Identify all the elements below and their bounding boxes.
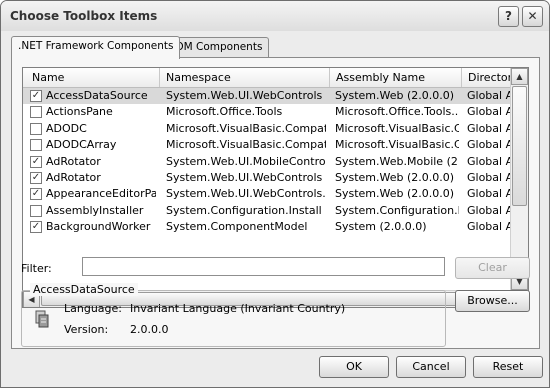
cell-namespace: System.Configuration.Install (166, 203, 322, 217)
language-value: Invariant Language (Invariant Country) (130, 302, 346, 315)
cell-namespace: System.ComponentModel (166, 220, 308, 234)
component-icon (35, 310, 49, 328)
cell-directory: Global Ass (467, 138, 510, 152)
window-title: Choose Toolbox Items (10, 9, 158, 23)
column-header-assembly-name[interactable]: Assembly Name (330, 68, 462, 87)
cell-namespace: Microsoft.VisualBasic.Compatibi... (166, 121, 326, 135)
cell-assembly: System.Configuration.I... (335, 203, 459, 217)
cell-assembly: Microsoft.VisualBasic.C... (335, 121, 459, 135)
column-header-namespace[interactable]: Namespace (160, 68, 330, 87)
column-header-directory[interactable]: Directory (462, 68, 510, 87)
table-row[interactable]: ✓ AdRotator System.Web.UI.WebControls Sy… (23, 170, 510, 186)
scroll-up-button[interactable]: ▲ (511, 68, 528, 85)
group-title: AccessDataSource (30, 283, 138, 296)
choose-toolbox-items-dialog: Choose Toolbox Items ? ✕ .NET Framework … (0, 0, 550, 388)
tab-label: COM Components (168, 41, 263, 53)
ok-button[interactable]: OK (319, 356, 389, 378)
cell-namespace: System.Web.UI.MobileControls (166, 154, 326, 168)
row-checkbox[interactable]: ✓ (30, 171, 42, 184)
cell-assembly: Microsoft.Office.Tools.... (335, 105, 459, 119)
cell-namespace: System.Web.UI.WebControls.... (166, 187, 326, 201)
cell-namespace: Microsoft.Office.Tools (166, 105, 283, 119)
cancel-button[interactable]: Cancel (396, 356, 466, 378)
cell-directory: Global Ass (467, 170, 510, 184)
cell-directory: Global Ass (467, 154, 510, 168)
list-header: Name Namespace Assembly Name Directory (23, 68, 510, 88)
cell-name: AccessDataSource (46, 89, 148, 102)
row-checkbox[interactable] (30, 139, 42, 152)
component-details-group: AccessDataSource Language: Invariant Lan… (21, 283, 446, 347)
table-row[interactable]: ✓ AppearanceEditorPart System.Web.UI.Web… (23, 186, 510, 202)
row-checkbox[interactable]: ✓ (30, 221, 42, 234)
version-label: Version: (64, 323, 109, 336)
tab-label: .NET Framework Components (18, 40, 174, 52)
check-icon: ✓ (31, 171, 41, 183)
tab-net-framework-components[interactable]: .NET Framework Components (11, 36, 181, 59)
cell-name: ADODC (46, 121, 87, 135)
row-checkbox[interactable]: ✓ (30, 188, 42, 201)
table-row[interactable]: ✓ BackgroundWorker System.ComponentModel… (23, 219, 510, 235)
cell-namespace: System.Web.UI.WebControls (166, 170, 323, 184)
help-icon: ? (505, 9, 512, 23)
arrow-up-icon: ▲ (516, 72, 523, 81)
language-label: Language: (64, 302, 122, 315)
cell-name: AdRotator (46, 170, 101, 184)
cell-assembly: Microsoft.VisualBasic.C... (335, 138, 459, 152)
row-checkbox[interactable] (30, 204, 42, 217)
clear-button[interactable]: Clear (455, 257, 530, 279)
cell-directory: Global Ass (467, 89, 510, 102)
cell-name: AppearanceEditorPart (46, 187, 156, 201)
cell-name: AdRotator (46, 154, 101, 168)
row-checkbox[interactable] (30, 106, 42, 119)
cell-namespace: System.Web.UI.WebControls (166, 89, 323, 102)
row-checkbox[interactable] (30, 122, 42, 135)
row-checkbox[interactable]: ✓ (30, 90, 42, 102)
cell-name: ActionsPane (46, 105, 113, 119)
cell-directory: Global Ass (467, 121, 510, 135)
table-row[interactable]: ADODCArray Microsoft.VisualBasic.Compati… (23, 137, 510, 153)
cell-assembly: System (2.0.0.0) (335, 220, 427, 234)
browse-button[interactable]: Browse... (455, 290, 530, 312)
title-bar: Choose Toolbox Items ? ✕ (1, 1, 549, 31)
filter-label: Filter: (21, 262, 52, 275)
list-rows: ✓ AccessDataSource System.Web.UI.WebCont… (23, 88, 510, 236)
vertical-scroll-thumb[interactable] (512, 86, 527, 206)
cell-directory: Global Ass (467, 187, 510, 201)
cell-assembly: System.Web.Mobile (2.... (335, 154, 459, 168)
cell-assembly: System.Web (2.0.0.0) (335, 89, 455, 102)
cell-directory: Global Ass (467, 203, 510, 217)
reset-button[interactable]: Reset (473, 356, 543, 378)
table-row[interactable]: ✓ AdRotator System.Web.UI.MobileControls… (23, 154, 510, 170)
cell-assembly: System.Web (2.0.0.0) (335, 187, 455, 201)
check-icon: ✓ (31, 188, 41, 200)
check-icon: ✓ (31, 155, 41, 167)
cell-namespace: Microsoft.VisualBasic.Compatibi... (166, 138, 326, 152)
cell-name: ADODCArray (46, 138, 117, 152)
column-header-name[interactable]: Name (23, 68, 160, 87)
table-row[interactable]: ActionsPane Microsoft.Office.Tools Micro… (23, 104, 510, 120)
cell-directory: Global Ass (467, 105, 510, 119)
close-button[interactable]: ✕ (522, 6, 543, 27)
check-icon: ✓ (31, 221, 41, 233)
row-checkbox[interactable]: ✓ (30, 155, 42, 168)
cell-assembly: System.Web (2.0.0.0) (335, 170, 455, 184)
check-icon: ✓ (31, 90, 41, 101)
cell-directory: Global Ass (467, 220, 510, 234)
filter-input[interactable] (82, 257, 445, 276)
cell-name: BackgroundWorker (46, 220, 151, 234)
version-value: 2.0.0.0 (130, 323, 169, 336)
tab-panel: Name Namespace Assembly Name Directory ✓… (11, 57, 540, 349)
cell-name: AssemblyInstaller (46, 203, 144, 217)
table-row[interactable]: AssemblyInstaller System.Configuration.I… (23, 203, 510, 219)
close-icon: ✕ (527, 9, 538, 23)
table-row[interactable]: ADODC Microsoft.VisualBasic.Compatibi...… (23, 121, 510, 137)
table-row[interactable]: ✓ AccessDataSource System.Web.UI.WebCont… (23, 88, 510, 105)
help-button[interactable]: ? (498, 6, 519, 27)
